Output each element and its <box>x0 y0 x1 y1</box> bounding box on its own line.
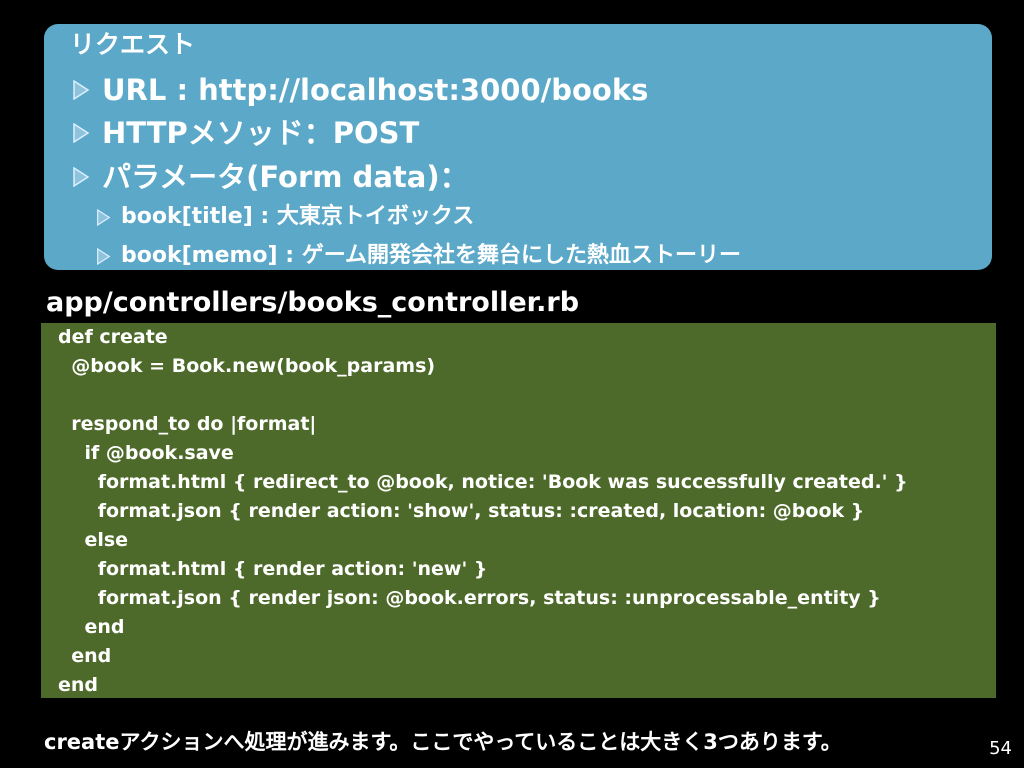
code-line: else <box>58 529 129 551</box>
triangle-bullet-icon <box>72 80 90 100</box>
code-line: respond_to do |format| <box>58 413 317 435</box>
code-block: def create @book = Book.new(book_params)… <box>41 323 996 698</box>
request-panel: リクエスト URL : http://localhost:3000/books … <box>44 24 992 270</box>
code-line: if @book.save <box>58 442 234 464</box>
bullet-param-title: book[title] : 大東京トイボックス <box>96 201 474 233</box>
code-line: end <box>58 616 125 638</box>
bullet-url: URL : http://localhost:3000/books <box>72 70 648 110</box>
bullet-params: パラメータ(Form data)： <box>72 157 469 197</box>
bullet-param-memo: book[memo] : ゲーム開発会社を舞台にした熱血ストーリー <box>96 240 741 270</box>
code-line: @book = Book.new(book_params) <box>58 355 436 377</box>
code-line: def create <box>58 326 168 348</box>
code-line: format.json { render action: 'show', sta… <box>58 500 865 522</box>
param-memo: book[memo] : ゲーム開発会社を舞台にした熱血ストーリー <box>121 243 742 268</box>
footer-caption: createアクションへ処理が進みます。ここでやっていることは大きく3つあります… <box>44 730 842 754</box>
file-path-heading: app/controllers/books_controller.rb <box>46 287 580 318</box>
request-params-label: パラメータ(Form data)： <box>102 160 469 194</box>
triangle-bullet-icon <box>96 247 111 265</box>
page-number: 54 <box>989 738 1012 759</box>
request-method: HTTPメソッド：POST <box>102 116 420 150</box>
code-line: format.json { render json: @book.errors,… <box>58 587 881 609</box>
code-line: format.html { redirect_to @book, notice:… <box>58 471 908 493</box>
code-line: format.html { render action: 'new' } <box>58 558 488 580</box>
triangle-bullet-icon <box>72 123 90 143</box>
triangle-bullet-icon <box>72 167 90 187</box>
code-line: end <box>58 674 99 696</box>
request-url: URL : http://localhost:3000/books <box>102 73 649 107</box>
triangle-bullet-icon <box>96 208 111 226</box>
bullet-method: HTTPメソッド：POST <box>72 113 419 153</box>
code-line: end <box>58 645 112 667</box>
request-title: リクエスト <box>70 30 196 59</box>
param-title: book[title] : 大東京トイボックス <box>121 204 475 229</box>
